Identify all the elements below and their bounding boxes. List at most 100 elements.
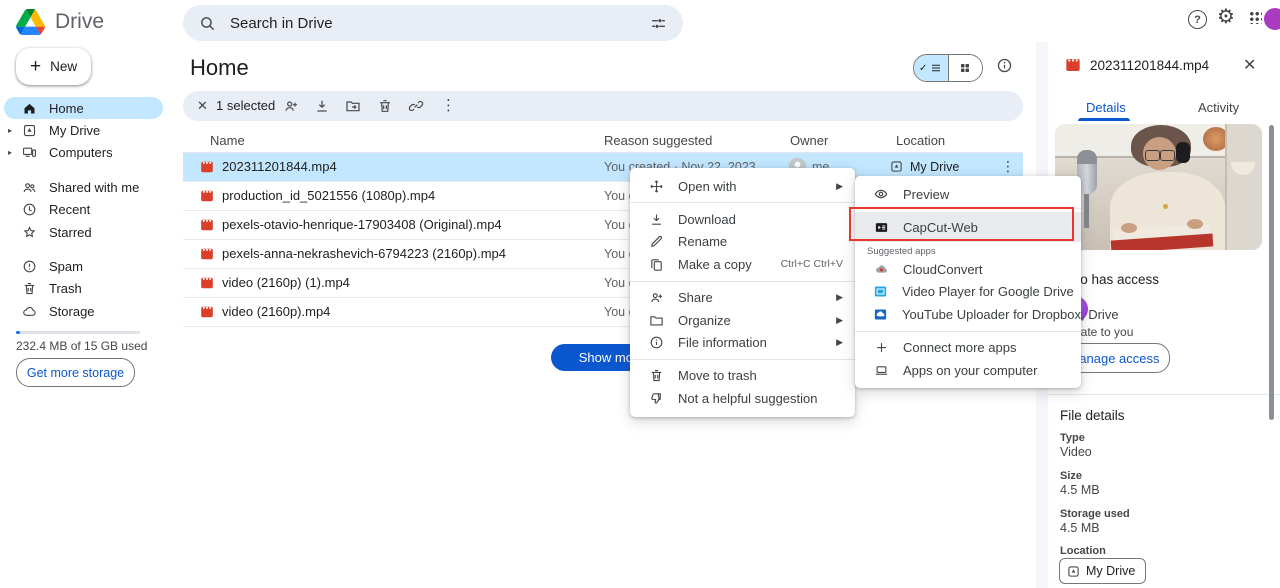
- apps-grid-icon: [1249, 11, 1262, 24]
- list-view-button[interactable]: ✓: [914, 55, 949, 81]
- location-chip[interactable]: My Drive: [1059, 558, 1147, 584]
- get-link-button[interactable]: [408, 98, 424, 114]
- cloud-icon: [22, 304, 37, 319]
- sidebar-item-trash[interactable]: Trash: [4, 278, 163, 300]
- sidebar-item-label: Starred: [49, 224, 92, 240]
- file-location: My Drive: [910, 160, 960, 174]
- sidebar-item-spam[interactable]: Spam: [4, 255, 163, 277]
- sidebar-item-shared-with-me[interactable]: Shared with me: [4, 176, 163, 198]
- menu-item-open-with[interactable]: Open with ▶: [630, 175, 855, 197]
- menu-item-connect-more-apps[interactable]: Connect more apps: [855, 337, 1081, 359]
- spam-icon: [22, 259, 37, 274]
- grid-view-icon: [959, 62, 971, 74]
- thumbnail-hand: [1121, 223, 1137, 233]
- menu-item-label: Preview: [903, 186, 950, 202]
- chevron-right-icon: ▶: [836, 180, 843, 191]
- menu-item-label: Connect more apps: [903, 340, 1017, 356]
- context-menu: Open with ▶ Download Rename Make a copy …: [630, 168, 855, 417]
- expand-caret-icon[interactable]: ▸: [8, 126, 12, 135]
- sidebar-item-label: Shared with me: [49, 179, 140, 195]
- details-panel-header: 202311201844.mp4 ✕: [1048, 42, 1280, 88]
- column-header-owner[interactable]: Owner: [790, 133, 828, 148]
- sidebar-item-label: Storage: [49, 303, 95, 319]
- menu-item-youtube-uploader[interactable]: YouTube Uploader for Dropbox, Drive: [855, 303, 1119, 325]
- info-icon: [996, 57, 1013, 74]
- folder-icon: [648, 313, 664, 328]
- menu-item-download[interactable]: Download: [630, 208, 855, 230]
- sidebar-item-home[interactable]: Home: [4, 97, 163, 120]
- menu-item-not-helpful[interactable]: Not a helpful suggestion: [630, 387, 855, 409]
- grid-view-button[interactable]: [948, 55, 982, 81]
- sidebar-item-label: Recent: [49, 202, 91, 218]
- sidebar-item-recent[interactable]: Recent: [4, 199, 163, 221]
- more-actions-button[interactable]: ⋮: [441, 96, 456, 114]
- panel-scrollbar[interactable]: [1269, 125, 1274, 420]
- row-more-actions-button[interactable]: ⋮: [1001, 158, 1015, 175]
- more-vertical-icon: ⋮: [441, 97, 456, 114]
- menu-item-move-to-trash[interactable]: Move to trash: [630, 365, 855, 387]
- menu-item-video-player[interactable]: Video Player for Google Drive: [855, 281, 1081, 303]
- help-button[interactable]: ?: [1188, 10, 1207, 29]
- video-file-icon: [200, 247, 214, 261]
- thumbnail-glasses: [1160, 150, 1175, 161]
- menu-item-file-information[interactable]: File information ▶: [630, 331, 855, 353]
- selection-toolbar: ✕ 1 selected ⋮: [183, 91, 1023, 121]
- clear-selection-button[interactable]: ✕: [197, 97, 208, 115]
- sidebar-item-my-drive[interactable]: ▸ My Drive: [4, 119, 163, 141]
- youtube-uploader-icon: [873, 307, 888, 322]
- sidebar-item-computers[interactable]: ▸ Computers: [4, 142, 163, 164]
- menu-item-label: Share: [678, 290, 713, 306]
- menu-item-capcut-web[interactable]: CapCut-Web: [855, 212, 1081, 243]
- thumbnail-mic-grill: [1077, 150, 1097, 164]
- menu-item-label: CapCut-Web: [903, 219, 978, 235]
- column-header-name[interactable]: Name: [210, 133, 245, 148]
- apps-grid-button[interactable]: [1249, 11, 1262, 24]
- column-header-location[interactable]: Location: [896, 133, 945, 148]
- tab-details[interactable]: Details: [1086, 100, 1126, 115]
- move-to-folder-button[interactable]: [345, 98, 361, 114]
- type-value: Video: [1060, 445, 1092, 459]
- download-button[interactable]: [314, 98, 330, 114]
- details-info-button[interactable]: [996, 57, 1013, 74]
- tab-activity[interactable]: Activity: [1198, 100, 1239, 115]
- manage-access-label: Manage access: [1068, 350, 1160, 366]
- search-input[interactable]: Search in Drive: [230, 15, 650, 32]
- menu-divider: [855, 330, 1081, 332]
- star-icon: [22, 225, 37, 240]
- menu-item-preview[interactable]: Preview: [855, 183, 1081, 205]
- video-file-icon: [200, 160, 214, 174]
- trash-button[interactable]: [377, 98, 393, 114]
- person-add-icon: [648, 290, 664, 305]
- menu-item-rename[interactable]: Rename: [630, 231, 855, 253]
- sidebar-item-storage[interactable]: Storage: [4, 300, 163, 322]
- panel-file-title: 202311201844.mp4: [1090, 58, 1210, 73]
- list-view-icon: [930, 62, 942, 74]
- menu-item-cloudconvert[interactable]: CloudConvert: [855, 258, 1081, 280]
- get-more-storage-button[interactable]: Get more storage: [16, 358, 135, 387]
- menu-item-organize[interactable]: Organize ▶: [630, 309, 855, 331]
- menu-item-label: Not a helpful suggestion: [678, 390, 818, 406]
- menu-item-make-a-copy[interactable]: Make a copy Ctrl+C Ctrl+V: [630, 253, 855, 275]
- type-label: Type: [1060, 432, 1085, 444]
- settings-button[interactable]: ⚙: [1217, 7, 1235, 27]
- menu-item-share[interactable]: Share ▶: [630, 287, 855, 309]
- menu-item-label: Move to trash: [678, 368, 757, 384]
- new-button[interactable]: + New: [16, 48, 91, 85]
- video-file-icon: [200, 305, 214, 319]
- search-filter-icon[interactable]: [650, 15, 667, 32]
- file-name: video (2160p) (1).mp4: [222, 275, 350, 290]
- video-thumbnail[interactable]: [1055, 124, 1262, 250]
- search-bar[interactable]: Search in Drive: [183, 5, 683, 41]
- profile-avatar[interactable]: [1264, 8, 1280, 30]
- pencil-icon: [648, 234, 664, 249]
- expand-caret-icon[interactable]: ▸: [8, 148, 12, 157]
- google-drive-app: Drive Search in Drive ? ⚙ + New Home ▸ M…: [0, 0, 1280, 588]
- file-name: pexels-otavio-henrique-17903408 (Origina…: [222, 217, 502, 232]
- share-button[interactable]: [283, 98, 299, 114]
- file-name: pexels-anna-nekrashevich-6794223 (2160p)…: [222, 246, 507, 261]
- sidebar-item-starred[interactable]: Starred: [4, 221, 163, 243]
- column-header-reason[interactable]: Reason suggested: [604, 133, 712, 148]
- menu-item-apps-on-computer[interactable]: Apps on your computer: [855, 359, 1081, 381]
- panel-divider: [1048, 394, 1280, 395]
- close-panel-button[interactable]: ✕: [1243, 55, 1256, 75]
